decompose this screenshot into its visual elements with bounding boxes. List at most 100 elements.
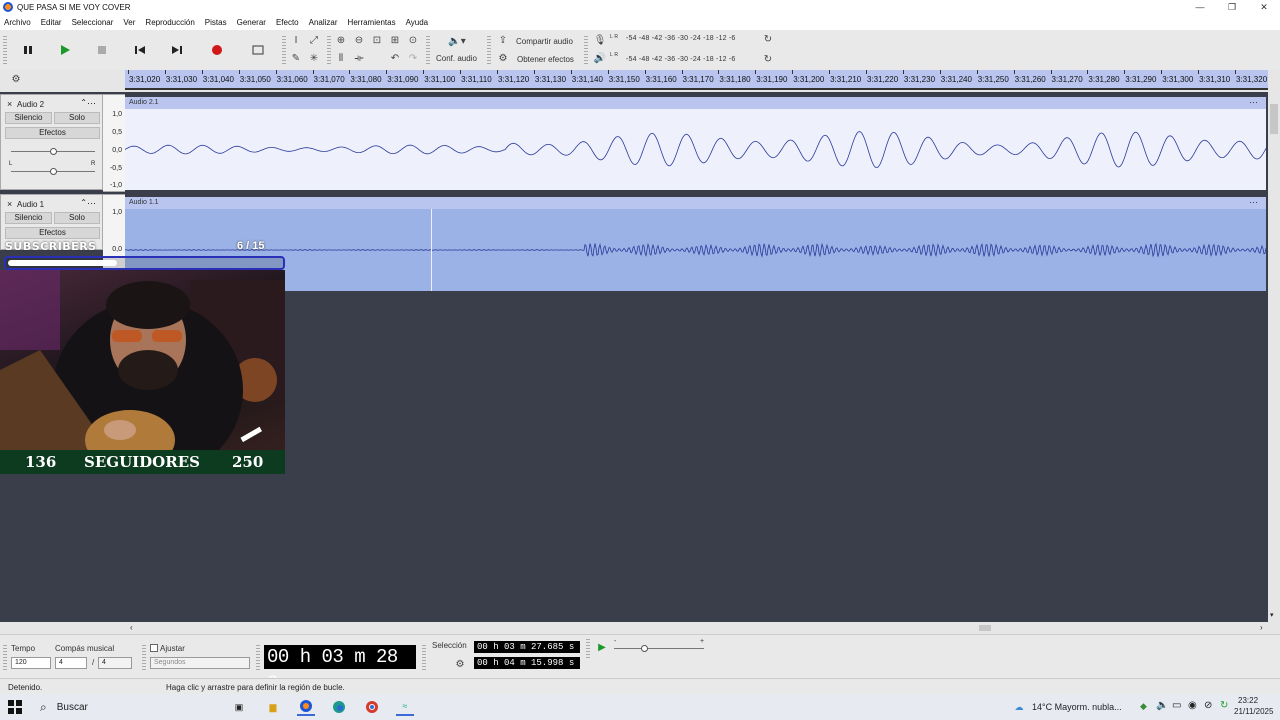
pan-slider-knob[interactable] [50, 168, 57, 175]
close-button[interactable]: ✕ [1248, 0, 1280, 14]
get-effects-button[interactable]: Obtener efectos [517, 55, 574, 64]
play-button[interactable] [50, 35, 80, 65]
record-meter-refresh-icon[interactable]: ↻ [760, 32, 776, 47]
network-icon[interactable]: ▭ [1172, 700, 1181, 711]
play-meter-refresh-icon[interactable]: ↻ [760, 52, 776, 67]
loop-button[interactable] [243, 35, 273, 65]
draw-tool-icon[interactable]: ✎ [288, 51, 304, 66]
menu-view[interactable]: Ver [123, 18, 135, 27]
zoom-in-icon[interactable]: ⊕ [333, 33, 349, 48]
menu-effect[interactable]: Efecto [276, 18, 299, 27]
menu-select[interactable]: Seleccionar [72, 18, 114, 27]
record-meter-scale[interactable]: -54 -48 -42 -36 -30 -24 -18 -12 -6 [626, 35, 736, 42]
toolbar-grip[interactable] [426, 36, 430, 64]
playback-speed-knob[interactable] [641, 645, 648, 652]
selection-end-time[interactable]: 00 h 04 m 15.998 s [474, 657, 580, 669]
multi-tool-icon[interactable]: ✳ [306, 51, 322, 66]
mute-button[interactable]: Silencio [5, 212, 52, 224]
undo-icon[interactable]: ↶ [387, 51, 403, 66]
pause-button[interactable] [13, 35, 43, 65]
snap-checkbox[interactable] [150, 644, 158, 652]
clip-header[interactable]: Audio 2.1 ⋯ [125, 97, 1266, 109]
share-audio-button[interactable]: Compartir audio [516, 37, 573, 46]
vertical-scrollbar[interactable]: ▾ [1268, 92, 1280, 622]
gain-slider-knob[interactable] [50, 148, 57, 155]
record-button[interactable] [202, 35, 232, 65]
trim-icon[interactable]: ⫴ [333, 51, 349, 66]
vertical-scroll-thumb[interactable] [1270, 104, 1278, 134]
solo-button[interactable]: Solo [54, 212, 100, 224]
vertical-scale[interactable]: 1,0 0,5 0,0 -0,5 -1,0 [103, 94, 125, 192]
clip-waveform-selected[interactable] [124, 209, 1267, 291]
toolbar-grip[interactable] [3, 36, 7, 64]
collapse-icon[interactable]: ⌃ [80, 198, 87, 207]
toolbar-grip[interactable] [256, 645, 260, 671]
scroll-left-icon[interactable]: ‹ [130, 623, 133, 632]
mute-button[interactable]: Silencio [5, 112, 52, 124]
zoom-out-icon[interactable]: ⊖ [351, 33, 367, 48]
scroll-down-icon[interactable]: ▾ [1270, 611, 1274, 619]
menu-file[interactable]: Archivo [4, 18, 31, 27]
ruler-track[interactable]: 3:31,020 3:31,030 3:31,040 3:31,050 3:31,060… [125, 70, 1268, 90]
track-name[interactable]: Audio 2 [17, 100, 44, 109]
chrome-icon[interactable] [363, 698, 381, 716]
menu-edit[interactable]: Editar [41, 18, 62, 27]
task-view-icon[interactable]: ▣ [230, 698, 248, 716]
clip-header[interactable]: Audio 1.1 ⋯ [125, 197, 1266, 209]
toolbar-grip[interactable] [422, 645, 426, 671]
time-signature-denominator[interactable]: 4 [98, 657, 132, 669]
tray-icon[interactable]: ◆ [1140, 701, 1147, 712]
get-effects-icon[interactable]: ⚙ [495, 51, 511, 66]
fit-selection-icon[interactable]: ⊡ [369, 33, 385, 48]
redo-icon[interactable]: ↷ [405, 51, 421, 66]
clip-name[interactable]: Audio 1.1 [129, 199, 159, 206]
solo-button[interactable]: Solo [54, 112, 100, 124]
clock-time[interactable]: 23:22 [1238, 696, 1258, 705]
timeline-options-icon[interactable]: ⚙ [8, 72, 24, 87]
audio-setup-label[interactable]: Conf. audio [436, 54, 477, 63]
toolbar-grip[interactable] [584, 36, 588, 64]
horizontal-scroll-thumb[interactable] [979, 625, 991, 631]
effects-button[interactable]: Efectos [5, 227, 100, 239]
windows-start-icon[interactable] [6, 698, 24, 716]
tempo-input[interactable]: 120 [11, 657, 51, 669]
menu-generate[interactable]: Generar [237, 18, 266, 27]
volume-icon[interactable]: 🔈 [1156, 700, 1168, 711]
skip-start-button[interactable] [125, 35, 155, 65]
horizontal-scrollbar[interactable]: ‹ › [0, 622, 1280, 634]
snap-unit-select[interactable]: Segundos [150, 657, 250, 669]
fit-project-icon[interactable]: ⊞ [387, 33, 403, 48]
toolbar-grip[interactable] [142, 645, 146, 671]
timeline-ruler[interactable]: ⚙ 3:31,020 3:31,030 3:31,040 3:31,050 3:31,0… [0, 70, 1280, 90]
clock-date[interactable]: 21/11/2025 [1234, 707, 1273, 716]
toolbar-grip[interactable] [487, 36, 491, 64]
app-icon[interactable]: ≈ [396, 698, 414, 716]
audacity-taskbar-icon[interactable] [297, 698, 315, 716]
envelope-tool-icon[interactable]: ⤢ [306, 33, 322, 48]
track-menu-icon[interactable]: ⋯ [87, 198, 96, 209]
skip-end-button[interactable] [162, 35, 192, 65]
playback-speed-slider[interactable] [614, 648, 704, 649]
close-track-icon[interactable]: × [7, 99, 12, 109]
minimize-button[interactable]: — [1184, 0, 1216, 14]
file-explorer-icon[interactable]: ▆ [264, 698, 282, 716]
menu-tracks[interactable]: Pistas [205, 18, 227, 27]
toolbar-grip[interactable] [586, 639, 590, 659]
play-at-speed-icon[interactable]: ▶ [594, 640, 610, 655]
menu-tools[interactable]: Herramientas [348, 18, 396, 27]
menu-analyze[interactable]: Analizar [309, 18, 338, 27]
mic-icon[interactable]: 🎙 [592, 33, 608, 48]
silence-icon[interactable]: ⟛ [351, 51, 367, 66]
clip-menu-icon[interactable]: ⋯ [1249, 197, 1258, 207]
clip-menu-icon[interactable]: ⋯ [1249, 97, 1258, 107]
track-name[interactable]: Audio 1 [17, 200, 44, 209]
audio-setup-icon[interactable]: 🔈▾ [444, 34, 470, 49]
speaker-icon[interactable]: 🔊 [592, 51, 608, 66]
collapse-icon[interactable]: ⌃ [80, 98, 87, 107]
stop-button[interactable] [87, 35, 117, 65]
toolbar-grip[interactable] [327, 36, 331, 64]
tray-icon[interactable]: ⊘ [1204, 700, 1212, 711]
clip-name[interactable]: Audio 2.1 [129, 99, 159, 106]
zoom-toggle-icon[interactable]: ⊙ [405, 33, 421, 48]
menu-transport[interactable]: Reproducción [145, 18, 194, 27]
